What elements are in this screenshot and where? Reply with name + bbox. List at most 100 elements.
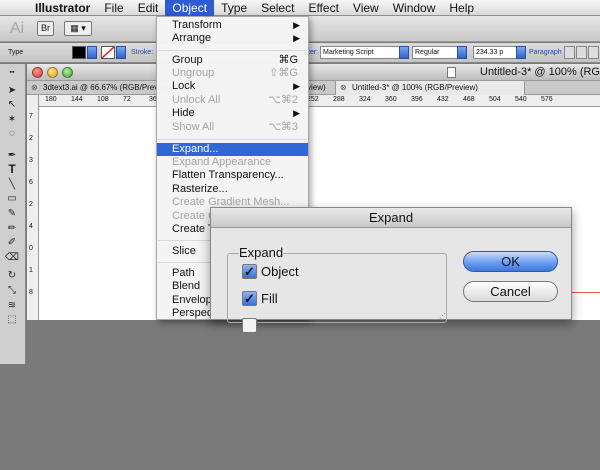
vertical-ruler[interactable]: 7 2 3 6 2 4 0 1 8 xyxy=(27,95,39,320)
scale-tool-icon[interactable]: ⤡ xyxy=(4,284,20,297)
menu-item-label: Group xyxy=(172,54,203,66)
menu-select[interactable]: Select xyxy=(254,0,301,16)
rectangle-tool-icon[interactable]: ▭ xyxy=(4,192,20,205)
menu-item-show-all[interactable]: Show All ⌥⌘3 xyxy=(157,121,308,134)
menu-window[interactable]: Window xyxy=(386,0,443,16)
bridge-button[interactable]: Br xyxy=(37,21,54,36)
paragraph-label[interactable]: Paragraph xyxy=(529,49,562,56)
close-window-icon[interactable] xyxy=(32,67,43,78)
font-family-field[interactable]: Marketing Script xyxy=(320,46,400,59)
menu-item-group[interactable]: Group ⌘G xyxy=(157,54,308,67)
type-tool-icon[interactable]: T xyxy=(4,163,20,176)
fill-swatch[interactable] xyxy=(72,46,86,59)
blob-brush-tool-icon[interactable]: ✐ xyxy=(4,236,20,249)
stroke-label[interactable]: Stroke: xyxy=(131,49,153,56)
align-center-button[interactable] xyxy=(576,46,587,59)
stroke-dropdown-button[interactable] xyxy=(116,46,126,59)
stroke-checkbox[interactable] xyxy=(242,318,257,333)
checkmark-icon: ✓ xyxy=(244,264,255,279)
tab-close-icon[interactable]: ⊗ xyxy=(31,81,38,95)
font-style-dropdown[interactable] xyxy=(457,46,467,59)
tab-label: 3dtext3.ai @ 66.67% (RGB/Preview) xyxy=(43,83,173,92)
menu-item-ungroup[interactable]: Ungroup ⇧⌘G xyxy=(157,67,308,80)
minimize-window-icon[interactable] xyxy=(47,67,58,78)
font-family-dropdown[interactable] xyxy=(399,46,409,59)
menu-item-label: Blend xyxy=(172,280,201,292)
selection-type-label: Type xyxy=(8,49,24,56)
warp-tool-icon[interactable]: ≋ xyxy=(4,299,20,312)
pencil-tool-icon[interactable]: ✏ xyxy=(4,222,20,235)
rotate-tool-icon[interactable]: ↻ xyxy=(4,269,20,282)
menu-view[interactable]: View xyxy=(346,0,386,16)
menu-item-transform[interactable]: Transform ▶ xyxy=(157,19,308,32)
fill-dropdown-button[interactable] xyxy=(87,46,97,59)
window-title: Untitled-3* @ 100% (RGB/Preview) xyxy=(480,66,600,78)
document-tabs: ⊗ 3dtext3.ai @ 66.67% (RGB/Preview) view… xyxy=(27,81,600,95)
cancel-button[interactable]: Cancel xyxy=(463,281,558,302)
free-transform-tool-icon[interactable]: ⬚ xyxy=(4,313,20,326)
object-checkbox[interactable]: ✓ xyxy=(242,264,257,279)
ruler-tick: 432 xyxy=(437,96,449,103)
menu-type[interactable]: Type xyxy=(214,0,254,16)
menu-item-flatten-transparency[interactable]: Flatten Transparency... xyxy=(157,169,308,182)
menu-item-expand-appearance[interactable]: Expand Appearance xyxy=(157,156,308,169)
ruler-tick: 8 xyxy=(29,289,33,296)
menu-item-label: Envelop xyxy=(172,294,212,306)
menu-item-label: Slice xyxy=(172,245,196,257)
zoom-window-icon[interactable] xyxy=(62,67,73,78)
tab-close-icon[interactable]: ⊗ xyxy=(340,81,347,95)
menu-effect[interactable]: Effect xyxy=(301,0,345,16)
menu-file[interactable]: File xyxy=(97,0,130,16)
lasso-tool-icon[interactable]: ◌ xyxy=(4,127,20,140)
selection-tool-icon[interactable]: ➤ xyxy=(4,84,20,97)
resize-grip-icon: ⋰ xyxy=(439,313,446,320)
line-tool-icon[interactable]: ╲ xyxy=(4,178,20,191)
horizontal-ruler[interactable]: 180 144 108 72 36 0 252 288 324 360 396 … xyxy=(39,95,600,107)
menu-illustrator[interactable]: Illustrator xyxy=(28,0,97,16)
ruler-tick: 4 xyxy=(29,223,33,230)
font-size-dropdown[interactable] xyxy=(516,46,526,59)
menu-item-expand[interactable]: Expand... xyxy=(157,143,308,156)
ruler-tick: 108 xyxy=(97,96,109,103)
ruler-tick: 2 xyxy=(29,135,33,142)
paintbrush-tool-icon[interactable]: ✎ xyxy=(4,207,20,220)
menu-object[interactable]: Object xyxy=(165,0,215,16)
screen: { "menubar": { "apple": "", "items": ["I… xyxy=(0,0,600,470)
document-proxy-icon[interactable] xyxy=(447,67,456,78)
font-size-field[interactable]: 234.33 p xyxy=(473,46,517,59)
stroke-swatch[interactable] xyxy=(101,46,115,59)
ruler-tick: 1 xyxy=(29,267,33,274)
character-label[interactable]: ter: xyxy=(308,49,318,56)
pen-tool-icon[interactable]: ✒ xyxy=(4,149,20,162)
menu-item-lock[interactable]: Lock ▶ xyxy=(157,80,308,93)
tab-untitled-3[interactable]: ⊗ Untitled-3* @ 100% (RGB/Preview) xyxy=(335,81,525,95)
menu-item-hide[interactable]: Hide ▶ xyxy=(157,107,308,120)
menu-item-rasterize[interactable]: Rasterize... xyxy=(157,183,308,196)
align-left-button[interactable] xyxy=(564,46,575,59)
align-right-button[interactable] xyxy=(588,46,599,59)
tab-3dtext3[interactable]: ⊗ 3dtext3.ai @ 66.67% (RGB/Preview) xyxy=(27,81,177,95)
menu-item-arrange[interactable]: Arrange ▶ xyxy=(157,32,308,45)
menu-edit[interactable]: Edit xyxy=(131,0,166,16)
shortcut-label: ⌥⌘3 xyxy=(268,121,298,133)
eraser-tool-icon[interactable]: ⌫ xyxy=(4,251,20,264)
menu-help[interactable]: Help xyxy=(442,0,481,16)
object-checkbox-label[interactable]: Object xyxy=(261,264,299,279)
font-style-field[interactable]: Regular xyxy=(412,46,458,59)
menu-item-label: Flatten Transparency... xyxy=(172,169,284,181)
menu-item-label: Create T xyxy=(172,223,215,235)
fill-checkbox-label[interactable]: Fill xyxy=(261,291,278,306)
illustrator-logo: Ai xyxy=(10,20,25,37)
direct-selection-tool-icon[interactable]: ↖ xyxy=(4,98,20,111)
none-slash-icon xyxy=(101,46,115,59)
menu-item-label: Expand... xyxy=(172,143,219,155)
menu-item-unlock-all[interactable]: Unlock All ⌥⌘2 xyxy=(157,94,308,107)
artboard-edge-guide xyxy=(572,292,600,293)
magic-wand-tool-icon[interactable]: ✶ xyxy=(4,113,20,126)
panel-grip-icon[interactable]: ▪▪ xyxy=(4,66,20,79)
ok-button[interactable]: OK xyxy=(463,251,558,272)
menu-item-label: Path xyxy=(172,267,195,279)
arrange-documents-button[interactable]: ▦ ▾ xyxy=(64,21,92,36)
fill-checkbox[interactable]: ✓ xyxy=(242,291,257,306)
expand-options-group xyxy=(227,253,447,323)
